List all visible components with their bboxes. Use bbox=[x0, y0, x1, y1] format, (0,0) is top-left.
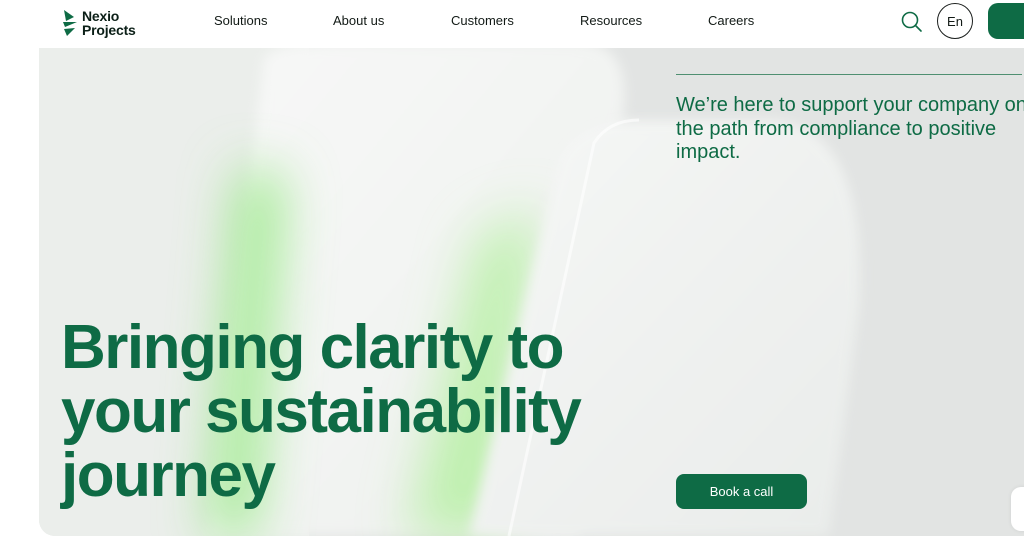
hero-section: We’re here to support your company on th… bbox=[39, 48, 1024, 536]
hero-title-line2: your sustainability bbox=[61, 377, 582, 446]
hero-subtitle: We’re here to support your company on th… bbox=[676, 94, 1024, 163]
logo-text-line1: Nexio bbox=[82, 8, 120, 24]
site-header: Nexio Projects Solutions About us Custom… bbox=[0, 0, 1024, 48]
nav-solutions[interactable]: Solutions bbox=[214, 13, 267, 28]
nexio-leaf-mark-icon bbox=[63, 10, 77, 36]
nav-about-us[interactable]: About us bbox=[333, 13, 384, 28]
logo-text-line2: Projects bbox=[82, 22, 136, 38]
hero-title-line1: Bringing clarity to bbox=[61, 313, 564, 382]
language-switcher[interactable]: En bbox=[937, 3, 973, 39]
search-icon bbox=[901, 11, 922, 32]
hero-title-line3: journey bbox=[61, 441, 276, 510]
nav-customers[interactable]: Customers bbox=[451, 13, 514, 28]
search-button[interactable] bbox=[899, 9, 925, 35]
nav-resources[interactable]: Resources bbox=[580, 13, 642, 28]
side-widget-tab[interactable] bbox=[1011, 487, 1024, 531]
hero-title: Bringing clarity to your sustainability … bbox=[61, 316, 621, 508]
header-cta-button[interactable] bbox=[988, 3, 1024, 39]
book-a-call-button[interactable]: Book a call bbox=[676, 474, 807, 509]
logo-text: Nexio Projects bbox=[82, 9, 136, 37]
hero-divider bbox=[676, 74, 1022, 75]
nav-careers[interactable]: Careers bbox=[708, 13, 754, 28]
logo[interactable]: Nexio Projects bbox=[62, 6, 152, 40]
